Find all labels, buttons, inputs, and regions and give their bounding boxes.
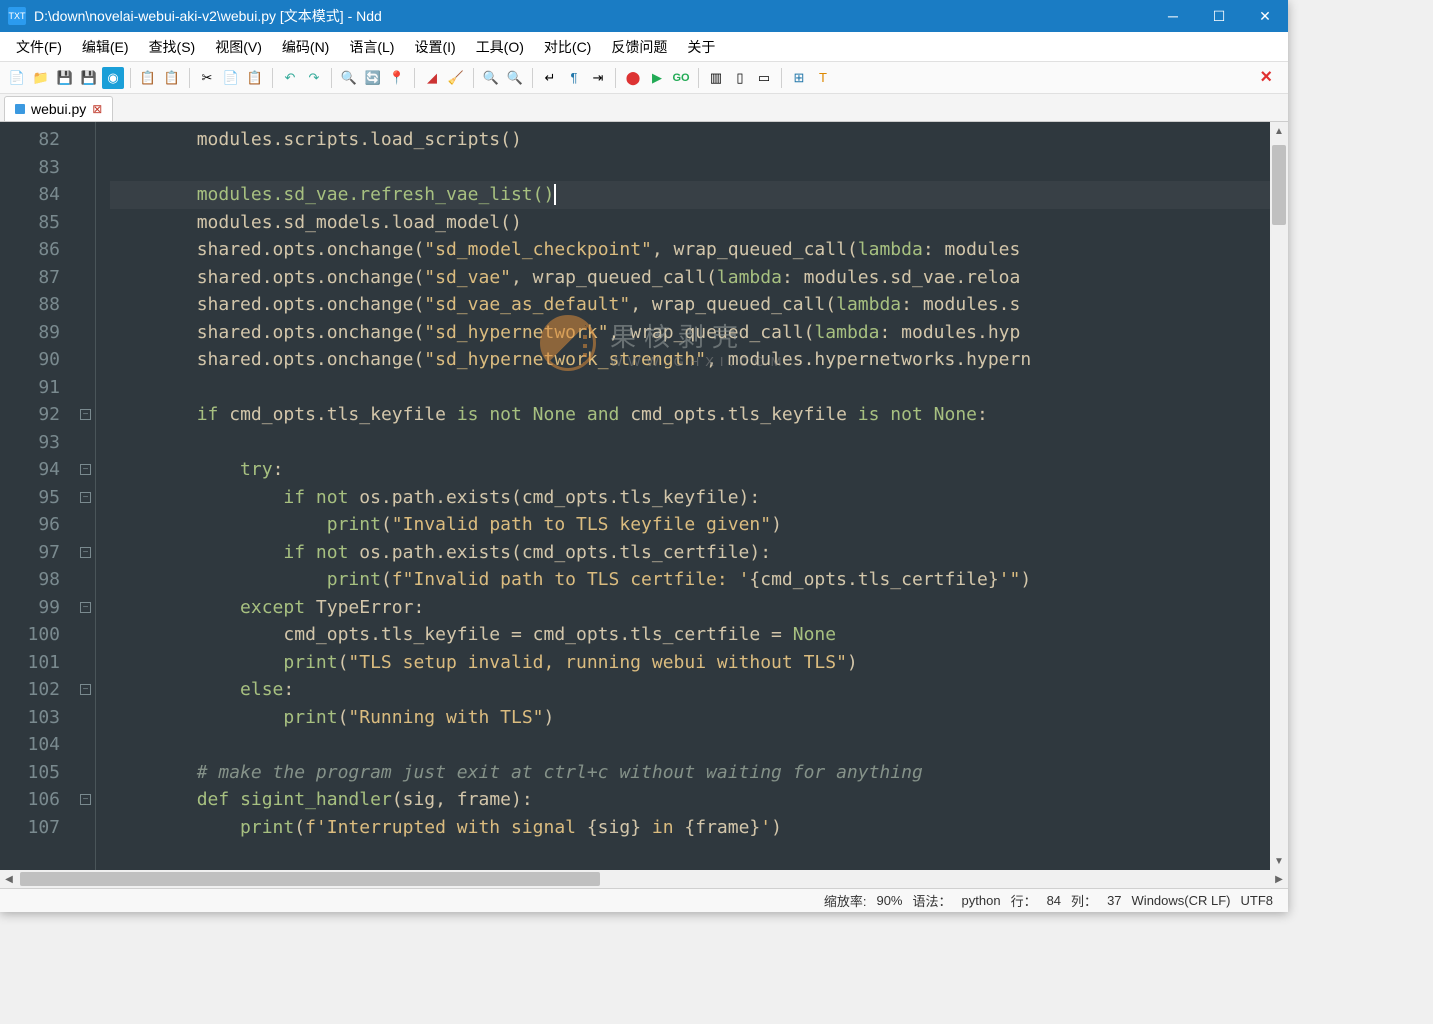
separator [781,68,782,88]
menu-feedback[interactable]: 反馈问题 [603,33,675,61]
doc-icon[interactable]: 📋 [161,67,183,89]
zoom-out-icon[interactable]: 🔍 [504,67,526,89]
toggle-icon[interactable]: ◉ [102,67,124,89]
separator [698,68,699,88]
outdent-icon[interactable]: ⇥ [587,67,609,89]
menubar: 文件(F) 编辑(E) 查找(S) 视图(V) 编码(N) 语言(L) 设置(I… [0,32,1288,62]
menu-tools[interactable]: 工具(O) [468,33,532,61]
code-area[interactable]: modules.scripts.load_scripts() modules.s… [110,122,1270,870]
scroll-track[interactable] [1270,140,1288,852]
goto-icon[interactable]: 📍 [386,67,408,89]
titlebar[interactable]: TXT D:\down\novelai-webui-aki-v2\webui.p… [0,0,1288,32]
syntax-label: 语法： [910,891,955,910]
redo-icon[interactable]: ↷ [303,67,325,89]
split-icon[interactable]: ▥ [705,67,727,89]
eraser-icon[interactable]: ◢ [421,67,443,89]
scroll-up-icon[interactable]: ▲ [1270,122,1288,140]
zoom-value: 90% [873,893,905,908]
line-gutter: 8283848586878889909192939495969798991001… [0,122,78,870]
statusbar: 缩放率: 90% 语法： python 行： 84 列： 37 Windows(… [0,888,1288,912]
editor: 8283848586878889909192939495969798991001… [0,122,1288,870]
separator [331,68,332,88]
find-icon[interactable]: 🔍 [338,67,360,89]
play-icon[interactable]: ▶ [646,67,668,89]
separator [532,68,533,88]
maximize-button[interactable]: ☐ [1196,0,1242,32]
tree-icon[interactable]: ⊞ [788,67,810,89]
syntax-value: python [959,893,1004,908]
menu-edit[interactable]: 编辑(E) [74,33,137,61]
menu-encoding[interactable]: 编码(N) [274,33,337,61]
tab-label: webui.py [31,101,86,117]
clear-icon[interactable]: 🧹 [445,67,467,89]
zoom-label: 缩放率: [821,891,870,910]
minimize-button[interactable]: ─ [1150,0,1196,32]
toolbar: 📄 📁 💾 💾 ◉ 📋 📋 ✂ 📄 📋 ↶ ↷ 🔍 🔄 📍 ◢ 🧹 🔍 🔍 ↵ … [0,62,1288,94]
scroll-right-icon[interactable]: ▶ [1270,870,1288,888]
undo-icon[interactable]: ↶ [279,67,301,89]
eol-value: Windows(CR LF) [1129,893,1234,908]
close-button[interactable]: ✕ [1242,0,1288,32]
scroll-track[interactable] [18,870,1270,888]
zoom-in-icon[interactable]: 🔍 [480,67,502,89]
col-value: 37 [1104,893,1124,908]
paste-icon[interactable]: 📋 [244,67,266,89]
menu-find[interactable]: 查找(S) [141,33,204,61]
col-label: 列： [1068,891,1100,910]
go-icon[interactable]: GO [670,67,692,89]
line-label: 行： [1008,891,1040,910]
window-icon[interactable]: ▭ [753,67,775,89]
menu-file[interactable]: 文件(F) [8,33,70,61]
menu-lang[interactable]: 语言(L) [341,33,402,61]
save-icon[interactable]: 💾 [54,67,76,89]
scroll-down-icon[interactable]: ▼ [1270,852,1288,870]
scroll-left-icon[interactable]: ◀ [0,870,18,888]
wrap-icon[interactable]: ↵ [539,67,561,89]
scroll-thumb[interactable] [20,872,600,886]
separator [189,68,190,88]
record-icon[interactable]: ⬤ [622,67,644,89]
separator [414,68,415,88]
menu-settings[interactable]: 设置(I) [406,33,463,61]
separator [130,68,131,88]
new-file-icon[interactable]: 📄 [6,67,28,89]
text-icon[interactable]: T [812,67,834,89]
horizontal-scrollbar[interactable]: ◀ ▶ [0,870,1288,888]
separator [615,68,616,88]
menu-about[interactable]: 关于 [679,33,723,61]
copy-icon[interactable]: 📋 [137,67,159,89]
copy2-icon[interactable]: 📄 [220,67,242,89]
open-file-icon[interactable]: 📁 [30,67,52,89]
replace-icon[interactable]: 🔄 [362,67,384,89]
app-window: TXT D:\down\novelai-webui-aki-v2\webui.p… [0,0,1288,912]
line-value: 84 [1044,893,1064,908]
fold-column[interactable]: −−−−−−− [78,122,96,870]
cut-icon[interactable]: ✂ [196,67,218,89]
tabbar: webui.py ⊠ [0,94,1288,122]
encoding-value: UTF8 [1238,893,1277,908]
tab-close-icon[interactable]: ⊠ [92,102,102,116]
file-type-icon [15,104,25,114]
app-icon: TXT [8,7,26,25]
save-all-icon[interactable]: 💾 [78,67,100,89]
change-margin [96,122,110,870]
separator [473,68,474,88]
window-title: D:\down\novelai-webui-aki-v2\webui.py [文… [34,6,1150,26]
separator [272,68,273,88]
tab-webui[interactable]: webui.py ⊠ [4,96,113,121]
scroll-thumb[interactable] [1272,145,1286,225]
split2-icon[interactable]: ▯ [729,67,751,89]
indent-icon[interactable]: ¶ [563,67,585,89]
menu-view[interactable]: 视图(V) [207,33,270,61]
close-tab-icon[interactable]: × [1250,66,1282,89]
menu-compare[interactable]: 对比(C) [536,33,599,61]
vertical-scrollbar[interactable]: ▲ ▼ [1270,122,1288,870]
